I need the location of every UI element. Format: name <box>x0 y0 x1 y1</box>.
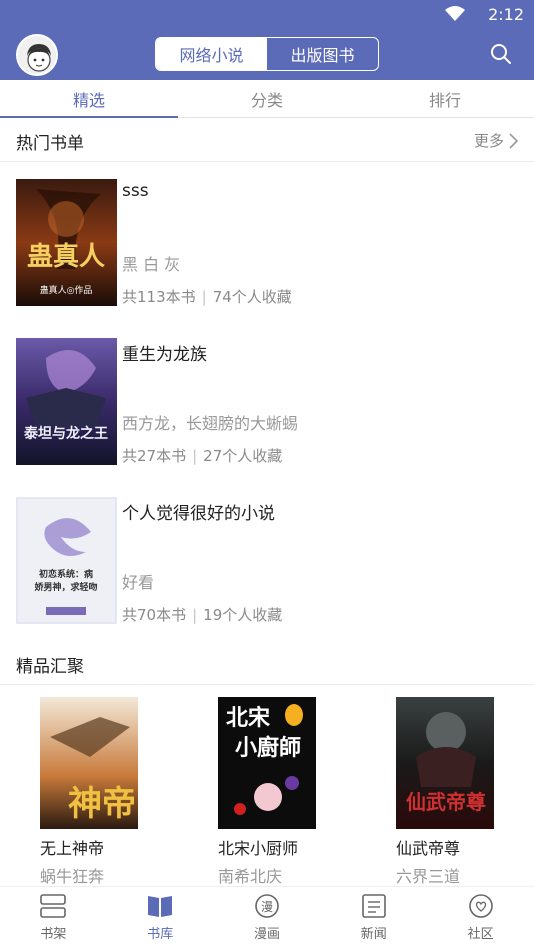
nav-label: 书库 <box>147 927 174 942</box>
book-cover: 初恋系统：病 娇男神，求轻吻 <box>16 497 117 624</box>
tab-rankings[interactable]: 排行 <box>356 80 534 117</box>
nav-label: 漫画 <box>253 927 280 942</box>
wifi-icon <box>445 6 465 21</box>
user-avatar-icon <box>18 36 56 74</box>
nav-news[interactable]: 新闻 <box>320 887 427 949</box>
svg-text:娇男神，求轻吻: 娇男神，求轻吻 <box>34 581 97 593</box>
booklist-stats: 共27本书 | 27个人收藏 <box>122 447 283 465</box>
chevron-right-icon <box>509 132 518 149</box>
bottom-nav: 书架 书库 漫 漫画 新闻 社区 <box>0 886 534 949</box>
status-time: 2:12 <box>488 5 524 24</box>
source-toggle: 网络小说 出版图书 <box>155 37 379 71</box>
book-title: 仙武帝尊 <box>396 839 461 858</box>
app-header: 2:12 网络小说 出版图书 <box>0 0 534 80</box>
favorite-count: 74个人收藏 <box>212 288 292 306</box>
book-cover: 神帝 <box>40 697 138 829</box>
svg-text:神帝: 神帝 <box>68 784 136 824</box>
more-label: 更多 <box>473 132 504 150</box>
booklist-item[interactable]: 蛊真人 蛊真人◎作品 sss 黑 白 灰 共113本书 | 74个人收藏 <box>0 179 534 307</box>
nav-label: 书架 <box>40 927 67 942</box>
more-link[interactable]: 更多 <box>474 130 518 151</box>
book-title: 无上神帝 <box>40 839 105 858</box>
tab-categories[interactable]: 分类 <box>178 80 356 117</box>
booklist-title: sss <box>122 181 149 201</box>
book-cover: 北宋 小廚師 <box>218 697 316 829</box>
booklist-desc: 好看 <box>122 573 155 592</box>
book-author: 六界三道 <box>396 867 461 886</box>
svg-text:蛊真人◎作品: 蛊真人◎作品 <box>40 284 93 296</box>
svg-text:蛊真人: 蛊真人 <box>27 242 105 272</box>
bookshelf-icon <box>40 894 67 918</box>
svg-text:北宋: 北宋 <box>226 705 270 731</box>
book-cover: 仙武帝尊 <box>396 697 494 829</box>
tab-featured[interactable]: 精选 <box>0 80 178 118</box>
search-icon[interactable] <box>490 43 512 65</box>
svg-text:泰坦与龙之王: 泰坦与龙之王 <box>23 425 108 442</box>
nav-comics[interactable]: 漫 漫画 <box>214 887 321 949</box>
booklist-stats: 共113本书 | 74个人收藏 <box>122 288 292 306</box>
svg-text:漫: 漫 <box>261 900 273 914</box>
book-cover: 泰坦与龙之王 <box>16 338 117 465</box>
avatar[interactable] <box>16 34 58 76</box>
book-count: 共27本书 <box>122 447 187 465</box>
booklist-title: 重生为龙族 <box>122 345 207 365</box>
book-open-icon <box>148 896 173 917</box>
booklist-item[interactable]: 初恋系统：病 娇男神，求轻吻 个人觉得很好的小说 好看 共70本书 | 19个人收藏 <box>0 497 534 625</box>
svg-text:仙武帝尊: 仙武帝尊 <box>406 790 486 814</box>
booklist-stats: 共70本书 | 19个人收藏 <box>122 606 283 624</box>
community-icon <box>468 894 493 918</box>
featured-header: 精品汇聚 <box>0 641 534 685</box>
news-icon <box>361 894 386 918</box>
book-title: 北宋小厨师 <box>218 839 299 858</box>
svg-text:初恋系统：病: 初恋系统：病 <box>39 568 93 580</box>
segment-published-books[interactable]: 出版图书 <box>267 38 378 70</box>
booklist-title: 个人觉得很好的小说 <box>122 504 275 524</box>
svg-text:小廚師: 小廚師 <box>235 735 301 761</box>
nav-bookshelf[interactable]: 书架 <box>0 887 107 949</box>
booklist-desc: 黑 白 灰 <box>122 255 181 274</box>
favorite-count: 19个人收藏 <box>203 606 283 624</box>
library-tabs: 精选 分类 排行 <box>0 80 534 118</box>
book-author: 南希北庆 <box>218 867 283 886</box>
section-title: 热门书单 <box>16 134 84 154</box>
segment-web-novels[interactable]: 网络小说 <box>156 38 267 70</box>
book-count: 共70本书 <box>122 606 187 624</box>
favorite-count: 27个人收藏 <box>203 447 283 465</box>
nav-community[interactable]: 社区 <box>427 887 534 949</box>
featured-grid: 神帝 无上神帝 蜗牛狂奔 北宋 小廚師 北宋小厨师 南希北庆 仙武帝尊 仙武帝尊… <box>0 697 534 886</box>
section-title: 精品汇聚 <box>16 657 84 677</box>
book-count: 共113本书 <box>122 288 196 306</box>
featured-book[interactable]: 神帝 无上神帝 蜗牛狂奔 <box>40 697 140 887</box>
featured-book[interactable]: 北宋 小廚師 北宋小厨师 南希北庆 <box>218 697 318 887</box>
nav-library[interactable]: 书库 <box>107 887 214 949</box>
book-author: 蜗牛狂奔 <box>40 867 105 886</box>
booklist-desc: 西方龙，长翅膀的大蜥蜴 <box>122 414 299 433</box>
book-cover: 蛊真人 蛊真人◎作品 <box>16 179 117 306</box>
hot-lists-header: 热门书单 更多 <box>0 118 534 162</box>
nav-label: 社区 <box>467 927 494 942</box>
booklist-item[interactable]: 泰坦与龙之王 重生为龙族 西方龙，长翅膀的大蜥蜴 共27本书 | 27个人收藏 <box>0 338 534 466</box>
featured-book[interactable]: 仙武帝尊 仙武帝尊 六界三道 <box>396 697 496 887</box>
comic-icon: 漫 <box>255 894 279 918</box>
nav-label: 新闻 <box>360 927 387 942</box>
